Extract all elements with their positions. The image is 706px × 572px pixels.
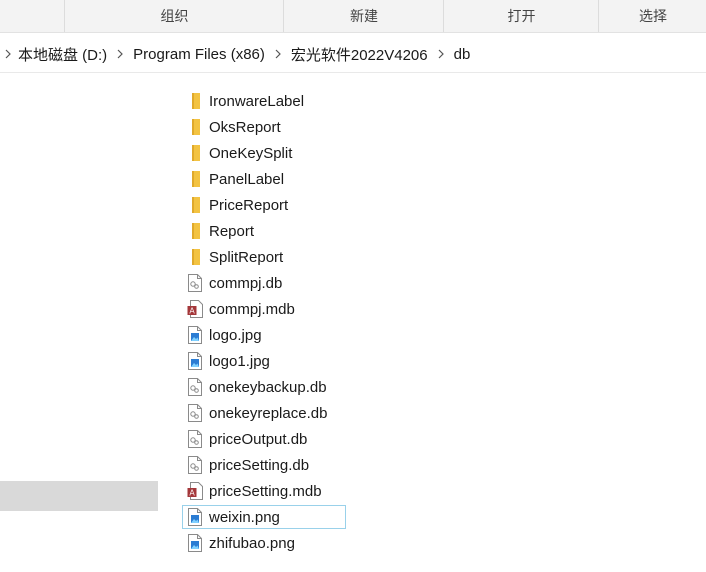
- file-name: SplitReport: [209, 248, 284, 266]
- ribbon-group-select[interactable]: 选择: [598, 0, 706, 32]
- image-file-icon: [187, 534, 203, 552]
- file-row[interactable]: priceOutput.db: [182, 427, 346, 451]
- folder-icon: [187, 118, 203, 136]
- file-row[interactable]: weixin.png: [182, 505, 346, 529]
- image-file-icon: [187, 508, 203, 526]
- image-file-icon: [187, 326, 203, 344]
- file-row[interactable]: onekeyreplace.db: [182, 401, 346, 425]
- breadcrumb-item-program-files[interactable]: Program Files (x86): [133, 46, 265, 63]
- file-name: onekeyreplace.db: [209, 404, 328, 422]
- chevron-right-icon[interactable]: [4, 36, 12, 72]
- folder-icon: [187, 144, 203, 162]
- file-name: logo1.jpg: [209, 352, 270, 370]
- chevron-right-icon[interactable]: [116, 36, 124, 72]
- access-db-icon: A: [187, 482, 203, 500]
- file-row[interactable]: ApriceSetting.mdb: [182, 479, 346, 503]
- file-row[interactable]: PriceReport: [182, 193, 346, 217]
- ribbon-group-organize-label: 组织: [160, 8, 189, 24]
- ribbon-group-open-label: 打开: [507, 8, 536, 24]
- file-name: weixin.png: [209, 508, 280, 526]
- file-row[interactable]: OksReport: [182, 115, 346, 139]
- db-file-icon: [187, 404, 203, 422]
- folder-icon: [187, 222, 203, 240]
- ribbon-group-select-label: 选择: [639, 8, 667, 24]
- file-row[interactable]: PanelLabel: [182, 167, 346, 191]
- file-row[interactable]: IronwareLabel: [182, 89, 346, 113]
- folder-icon: [187, 248, 203, 266]
- file-name: priceOutput.db: [209, 430, 308, 448]
- file-name: priceSetting.db: [209, 456, 310, 474]
- address-bar[interactable]: 本地磁盘 (D:) Program Files (x86) 宏光软件2022V4…: [0, 36, 706, 73]
- image-file-icon: [187, 352, 203, 370]
- folder-icon: [187, 196, 203, 214]
- breadcrumb-item-db[interactable]: db: [454, 46, 471, 63]
- ribbon-group-organize[interactable]: 组织: [64, 0, 284, 32]
- breadcrumb-item-app-folder[interactable]: 宏光软件2022V4206: [291, 44, 428, 65]
- navigation-pane[interactable]: [0, 73, 160, 572]
- svg-text:A: A: [189, 307, 195, 316]
- file-row[interactable]: Acommpj.mdb: [182, 297, 346, 321]
- db-file-icon: [187, 456, 203, 474]
- db-file-icon: [187, 274, 203, 292]
- ribbon-group-open[interactable]: 打开: [443, 0, 599, 32]
- file-row[interactable]: SplitReport: [182, 245, 346, 269]
- file-name: OneKeySplit: [209, 144, 293, 162]
- file-name: priceSetting.mdb: [209, 482, 322, 500]
- nav-item-selected[interactable]: [0, 481, 158, 511]
- breadcrumb: 本地磁盘 (D:) Program Files (x86) 宏光软件2022V4…: [4, 36, 470, 72]
- breadcrumb-item-drive[interactable]: 本地磁盘 (D:): [18, 44, 107, 65]
- file-row[interactable]: priceSetting.db: [182, 453, 346, 477]
- chevron-right-icon[interactable]: [437, 36, 445, 72]
- ribbon-group-new-label: 新建: [350, 8, 378, 24]
- file-name: zhifubao.png: [209, 534, 295, 552]
- file-row[interactable]: zhifubao.png: [182, 531, 346, 555]
- ribbon-group-strip: 组织 新建 打开 选择: [0, 0, 706, 33]
- db-file-icon: [187, 378, 203, 396]
- file-name: OksReport: [209, 118, 281, 136]
- file-row[interactable]: logo1.jpg: [182, 349, 346, 373]
- file-name: Report: [209, 222, 255, 240]
- chevron-right-icon[interactable]: [274, 36, 282, 72]
- file-name: commpj.db: [209, 274, 283, 292]
- file-row[interactable]: Report: [182, 219, 346, 243]
- file-name: onekeybackup.db: [209, 378, 327, 396]
- ribbon-group-new[interactable]: 新建: [283, 0, 444, 32]
- svg-text:A: A: [189, 489, 195, 498]
- access-db-icon: A: [187, 300, 203, 318]
- file-name: IronwareLabel: [209, 92, 305, 110]
- file-name: commpj.mdb: [209, 300, 295, 318]
- file-name: PanelLabel: [209, 170, 285, 188]
- file-name: logo.jpg: [209, 326, 262, 344]
- file-row[interactable]: logo.jpg: [182, 323, 346, 347]
- file-row[interactable]: OneKeySplit: [182, 141, 346, 165]
- db-file-icon: [187, 430, 203, 448]
- folder-icon: [187, 170, 203, 188]
- folder-icon: [187, 92, 203, 110]
- file-row[interactable]: onekeybackup.db: [182, 375, 346, 399]
- file-name: PriceReport: [209, 196, 289, 214]
- file-row[interactable]: commpj.db: [182, 271, 346, 295]
- ribbon-group-clipboard: [0, 0, 64, 32]
